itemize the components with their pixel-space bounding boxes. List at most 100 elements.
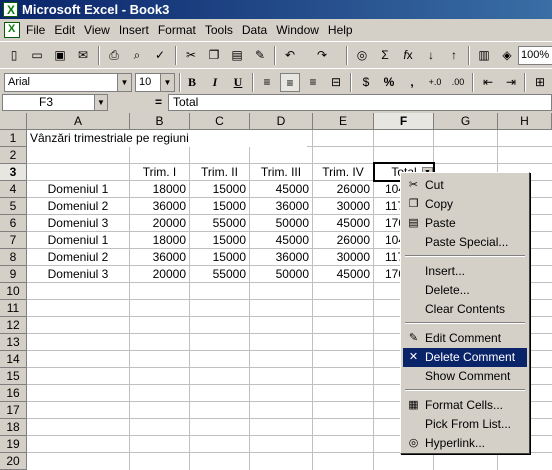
menu-format[interactable]: Format xyxy=(158,23,196,37)
chart-wizard-icon[interactable]: ▥ xyxy=(474,46,494,65)
autosum-icon[interactable]: Σ xyxy=(375,46,395,65)
increase-indent-icon[interactable]: ⇥ xyxy=(501,73,521,92)
align-right-icon[interactable]: ≡ xyxy=(303,73,323,92)
row-header[interactable]: 2 xyxy=(0,147,27,164)
table-cell[interactable]: 20000 xyxy=(130,266,189,283)
excel-app-icon[interactable] xyxy=(3,1,18,20)
function-icon[interactable]: fx xyxy=(398,46,418,65)
chevron-down-icon[interactable]: ▼ xyxy=(117,74,131,91)
table-cell[interactable]: 45000 xyxy=(313,215,373,232)
context-item-clear-contents[interactable]: Clear Contents xyxy=(403,300,527,319)
context-item-paste-special[interactable]: Paste Special... xyxy=(403,233,527,252)
align-center-icon[interactable]: ≡ xyxy=(280,73,300,92)
workbook-icon[interactable] xyxy=(4,22,20,38)
row-header[interactable]: 16 xyxy=(0,385,27,402)
formula-input[interactable]: Total xyxy=(168,94,552,111)
row-header[interactable]: 14 xyxy=(0,351,27,368)
column-header-g[interactable]: G xyxy=(434,113,498,130)
comma-button[interactable]: , xyxy=(402,73,422,92)
drawing-icon[interactable]: ◈ xyxy=(497,46,517,65)
header-cell[interactable]: Trim. II xyxy=(190,164,249,181)
row-header[interactable]: 6 xyxy=(0,215,27,232)
column-header-b[interactable]: B xyxy=(130,113,190,130)
row-header[interactable]: 19 xyxy=(0,436,27,453)
table-cell[interactable]: 36000 xyxy=(130,249,189,266)
new-icon[interactable]: ▯ xyxy=(4,46,24,65)
name-box[interactable]: F3 ▼ xyxy=(2,94,108,111)
row-header[interactable]: 8 xyxy=(0,249,27,266)
bold-button[interactable]: B xyxy=(182,73,202,92)
print-icon[interactable]: ⎙ xyxy=(104,46,124,65)
menu-file[interactable]: File xyxy=(26,23,45,37)
context-item-pick-from-list[interactable]: Pick From List... xyxy=(403,415,527,434)
context-item-show-comment[interactable]: Show Comment xyxy=(403,367,527,386)
table-cell[interactable]: Domeniul 3 xyxy=(27,215,129,232)
header-cell[interactable]: Trim. III xyxy=(250,164,312,181)
row-header[interactable]: 20 xyxy=(0,453,27,470)
menu-help[interactable]: Help xyxy=(328,23,353,37)
cut-icon[interactable]: ✂ xyxy=(181,46,201,65)
table-cell[interactable]: Domeniul 1 xyxy=(27,181,129,198)
context-item-cut[interactable]: ✂ Cut xyxy=(403,176,527,195)
print-preview-icon[interactable]: ⌕ xyxy=(127,46,147,65)
row-header[interactable]: 5 xyxy=(0,198,27,215)
menu-view[interactable]: View xyxy=(84,23,110,37)
font-size-combo[interactable]: 10 ▼ xyxy=(135,73,175,92)
table-cell[interactable]: Domeniul 2 xyxy=(27,198,129,215)
email-icon[interactable]: ✉ xyxy=(73,46,93,65)
table-cell[interactable]: 36000 xyxy=(250,249,312,266)
column-header-d[interactable]: D xyxy=(250,113,313,130)
percent-button[interactable]: % xyxy=(379,73,399,92)
table-cell[interactable]: 15000 xyxy=(190,249,249,266)
redo-icon[interactable]: ↷ xyxy=(312,46,332,65)
italic-button[interactable]: I xyxy=(205,73,225,92)
table-cell[interactable]: 18000 xyxy=(130,232,189,249)
row-header[interactable]: 18 xyxy=(0,419,27,436)
table-cell[interactable]: 15000 xyxy=(190,232,249,249)
row-header[interactable]: 15 xyxy=(0,368,27,385)
row-header[interactable]: 4 xyxy=(0,181,27,198)
table-cell[interactable]: Domeniul 3 xyxy=(27,266,129,283)
row-header[interactable]: 10 xyxy=(0,283,27,300)
spelling-icon[interactable]: ✓ xyxy=(150,46,170,65)
table-cell[interactable]: 45000 xyxy=(313,266,373,283)
row-header[interactable]: 13 xyxy=(0,334,27,351)
column-header-f[interactable]: F xyxy=(374,113,434,130)
table-cell[interactable]: 15000 xyxy=(190,198,249,215)
borders-icon[interactable]: ⊞ xyxy=(530,73,550,92)
table-cell[interactable]: 45000 xyxy=(250,232,312,249)
row-header[interactable]: 12 xyxy=(0,317,27,334)
table-cell[interactable]: Domeniul 2 xyxy=(27,249,129,266)
chevron-down-icon[interactable]: ▼ xyxy=(94,95,107,110)
context-item-paste[interactable]: ▤ Paste xyxy=(403,214,527,233)
chevron-down-icon[interactable]: ▼ xyxy=(160,74,174,91)
hyperlink-icon[interactable]: ◎ xyxy=(352,46,372,65)
row-header[interactable]: 9 xyxy=(0,266,27,283)
column-header-h[interactable]: H xyxy=(498,113,552,130)
table-cell[interactable]: 18000 xyxy=(130,181,189,198)
context-item-delete[interactable]: Delete... xyxy=(403,281,527,300)
table-cell[interactable]: 55000 xyxy=(190,215,249,232)
table-cell[interactable]: 30000 xyxy=(313,198,373,215)
table-cell[interactable]: 36000 xyxy=(250,198,312,215)
column-header-c[interactable]: C xyxy=(190,113,250,130)
table-cell[interactable]: 50000 xyxy=(250,215,312,232)
column-header-e[interactable]: E xyxy=(313,113,374,130)
merge-center-icon[interactable]: ⊟ xyxy=(326,73,346,92)
header-cell[interactable]: Trim. I xyxy=(130,164,189,181)
table-cell[interactable]: 45000 xyxy=(250,181,312,198)
copy-icon[interactable]: ❐ xyxy=(204,46,224,65)
table-cell[interactable]: 36000 xyxy=(130,198,189,215)
context-item-edit-comment[interactable]: ✎ Edit Comment xyxy=(403,329,527,348)
undo-icon[interactable]: ↶ xyxy=(280,46,300,65)
table-cell[interactable]: 26000 xyxy=(313,232,373,249)
table-cell[interactable]: 50000 xyxy=(250,266,312,283)
sort-asc-icon[interactable]: ↓ xyxy=(421,46,441,65)
sheet-title-cell[interactable]: Vânzări trimestriale pe regiuni xyxy=(27,130,307,147)
paste-icon[interactable]: ▤ xyxy=(227,46,247,65)
underline-button[interactable]: U xyxy=(228,73,248,92)
context-item-insert[interactable]: Insert... xyxy=(403,262,527,281)
menu-window[interactable]: Window xyxy=(276,23,319,37)
table-cell[interactable]: Domeniul 1 xyxy=(27,232,129,249)
align-left-icon[interactable]: ≡ xyxy=(257,73,277,92)
